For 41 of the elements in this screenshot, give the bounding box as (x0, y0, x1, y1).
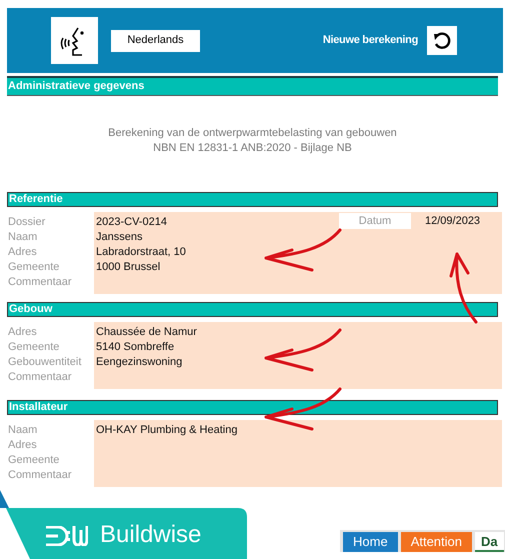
date-value: 12/09/2023 (425, 214, 480, 229)
field-label: Gemeente (8, 453, 60, 468)
field-label: Commentaar (8, 370, 72, 386)
section-header: Gebouw (7, 302, 498, 317)
field-value: Labradorstraat, 10 (96, 245, 187, 260)
field-label: Gebouwentiteit (8, 355, 82, 370)
field-label: Gemeente (8, 340, 60, 356)
input-area[interactable]: 2023-CV-0214 Datum 12/09/2023 Janssens Labradorstraat, 10 1000 Brussel (94, 212, 502, 294)
speech-icon[interactable] (51, 17, 98, 64)
section-header: Administratieve gegevens (7, 76, 498, 96)
field-value: 2023-CV-0214 (96, 215, 168, 230)
sheet-tab[interactable]: Da (475, 532, 504, 552)
field-value: 5140 Sombreffe (96, 340, 176, 356)
field-label: Gemeente (8, 260, 60, 276)
input-area[interactable]: OH-KAY Plumbing & Heating (94, 420, 502, 487)
report-title: Berekening van de ontwerpwarmtebelasting van gebouwen (108, 126, 397, 141)
field-label: Commentaar (8, 275, 72, 290)
field-label: Naam (8, 230, 38, 246)
refresh-icon (432, 30, 452, 50)
brand-name: Buildwise (100, 521, 202, 549)
report-subtitle: NBN EN 12831-1 ANB:2020 - Bijlage NB (153, 141, 352, 156)
section-header: Installateur (7, 400, 498, 415)
field-value: 1000 Brussel (96, 260, 162, 276)
date-label-cell: Datum (339, 213, 411, 229)
field-label: Naam (8, 423, 38, 438)
field-label: Adres (8, 438, 37, 454)
field-value: Chaussée de Namur (96, 325, 198, 340)
new-calculation-label: Nieuwe berekening (322, 33, 418, 48)
field-value: Janssens (96, 230, 144, 246)
sheet-tab[interactable]: Home (343, 532, 398, 552)
field-label: Dossier (8, 215, 46, 230)
field-label: Adres (8, 245, 37, 260)
language-selector[interactable]: Nederlands (111, 30, 200, 52)
section-header: Referentie (7, 192, 498, 207)
input-area[interactable]: Chaussée de Namur 5140 Sombreffe Eengezinswoning (94, 322, 502, 389)
field-label: Commentaar (8, 468, 72, 484)
refresh-button[interactable] (427, 26, 457, 55)
field-value: OH-KAY Plumbing & Heating (96, 423, 238, 438)
field-value: Eengezinswoning (96, 355, 184, 370)
logo-mark-icon (46, 526, 88, 546)
field-label: Adres (8, 325, 37, 340)
